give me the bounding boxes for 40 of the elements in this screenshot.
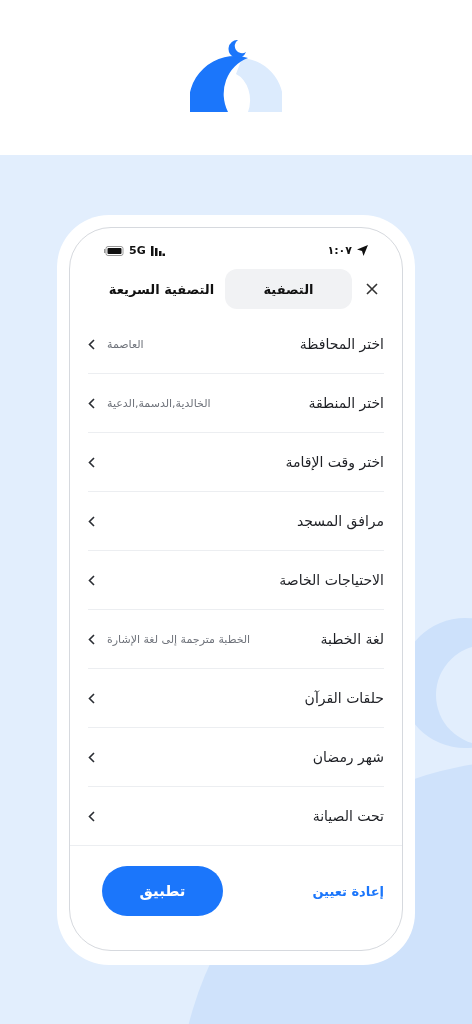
- chevron-left-icon: [88, 338, 95, 350]
- filter-label: لغة الخطبة: [319, 631, 384, 648]
- filter-label: اختر وقت الإقامة: [284, 454, 384, 471]
- signal-bars-icon: [150, 245, 165, 256]
- filter-row[interactable]: اختر المحافظة العاصمة: [88, 315, 384, 375]
- apply-button[interactable]: تطبيق: [102, 866, 223, 917]
- filter-label: شهر رمضان: [311, 749, 384, 766]
- chevron-left-icon: [88, 633, 95, 645]
- network-label: 5G: [129, 244, 146, 258]
- filter-label: مرافق المسجد: [295, 513, 384, 530]
- filter-tab[interactable]: التصفية السريعة: [98, 269, 225, 310]
- chevron-left-icon: [88, 515, 95, 527]
- chevron-left-icon: [88, 810, 95, 822]
- filter-row[interactable]: اختر المنطقة الخالدية,الدسمة,الدعية: [88, 374, 384, 434]
- filter-tab[interactable]: التصفية: [225, 269, 352, 310]
- chevron-left-icon: [88, 456, 95, 468]
- filter-row[interactable]: شهر رمضان: [88, 728, 384, 788]
- filter-value: الخطبة مترجمة إلى لغة الإشارة: [107, 632, 251, 646]
- filter-value: الخالدية,الدسمة,الدعية: [107, 396, 211, 410]
- chevron-left-icon: [88, 574, 95, 586]
- location-arrow-icon: [357, 245, 368, 257]
- filter-label: الاحتياجات الخاصة: [278, 572, 384, 589]
- close-icon: [366, 283, 378, 296]
- battery-icon: [104, 245, 124, 256]
- chevron-left-icon: [88, 692, 95, 704]
- filter-row[interactable]: اختر وقت الإقامة: [88, 433, 384, 493]
- chevron-left-icon: [88, 397, 95, 409]
- reset-link[interactable]: إعادة تعيين: [312, 883, 384, 899]
- filter-row[interactable]: تحت الصيانة: [88, 787, 384, 846]
- filter-label: تحت الصيانة: [311, 808, 384, 825]
- filter-label: حلقات القرآن: [303, 690, 384, 707]
- filter-row[interactable]: مرافق المسجد: [88, 492, 384, 552]
- status-time: ١:٠٧: [327, 244, 352, 258]
- chevron-left-icon: [88, 751, 95, 763]
- filter-value: العاصمة: [107, 337, 144, 351]
- filter-label: اختر المنطقة: [307, 395, 384, 412]
- filter-row[interactable]: الاحتياجات الخاصة: [88, 551, 384, 611]
- filter-label: اختر المحافظة: [298, 336, 384, 353]
- filter-row[interactable]: لغة الخطبة الخطبة مترجمة إلى لغة الإشارة: [88, 610, 384, 670]
- filter-row[interactable]: حلقات القرآن: [88, 669, 384, 729]
